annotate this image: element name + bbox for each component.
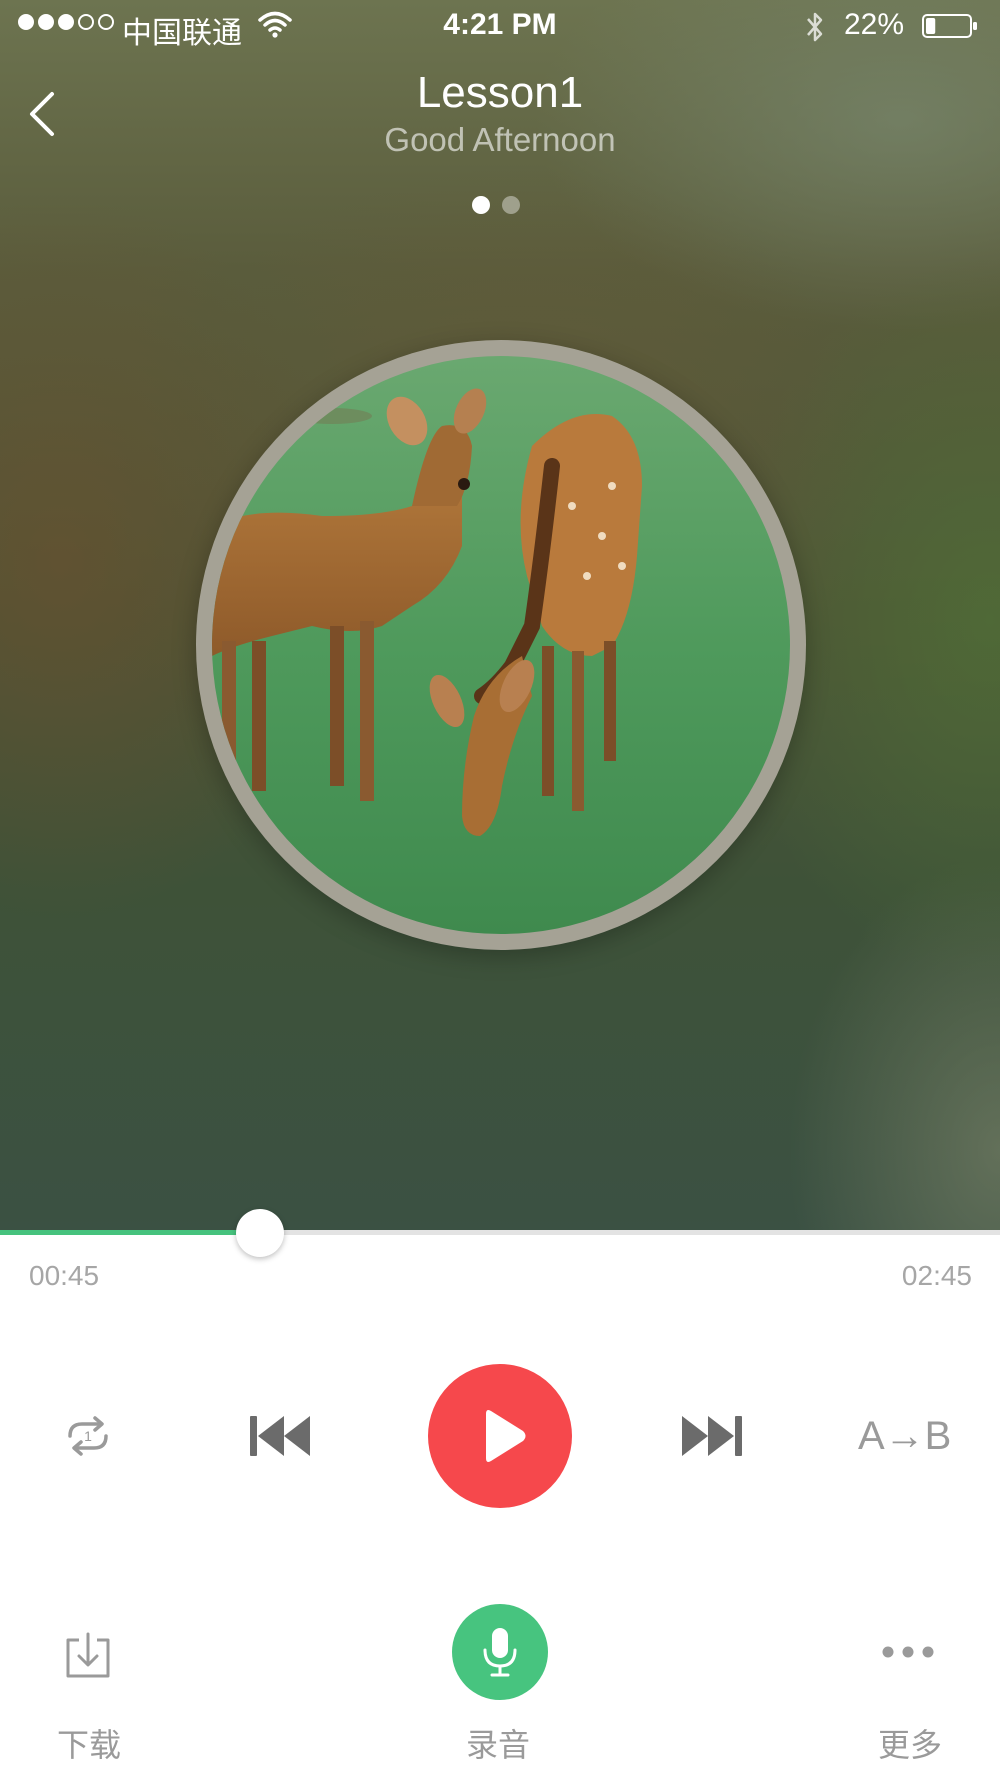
bluetooth-icon xyxy=(807,12,823,42)
page-indicator xyxy=(472,196,520,214)
progress-fill xyxy=(0,1230,260,1235)
status-bar: 中国联通 4:21 PM 22% xyxy=(0,0,1000,52)
record-button[interactable] xyxy=(452,1604,548,1700)
current-time: 00:45 xyxy=(29,1260,100,1291)
play-button[interactable] xyxy=(428,1364,572,1508)
track-title-block: Lesson1 Good Afternoon xyxy=(0,66,1000,160)
page-dot-1[interactable] xyxy=(472,196,490,214)
page-dot-2[interactable] xyxy=(502,196,520,214)
repeat-button[interactable]: 1 xyxy=(62,1410,114,1462)
play-icon xyxy=(486,1410,526,1462)
lesson-title: Lesson1 xyxy=(416,68,584,117)
download-icon xyxy=(66,1632,110,1678)
progress-thumb[interactable] xyxy=(236,1209,284,1257)
previous-button[interactable] xyxy=(248,1414,314,1458)
more-label: 更多 xyxy=(878,1727,943,1763)
skip-previous-icon xyxy=(250,1416,310,1456)
ab-repeat-button[interactable]: A→B xyxy=(858,1414,951,1459)
svg-text:1: 1 xyxy=(84,1428,92,1444)
deer-photo xyxy=(212,356,790,934)
album-art xyxy=(212,356,790,934)
more-button[interactable] xyxy=(880,1640,936,1664)
more-horizontal-icon xyxy=(882,1646,934,1658)
repeat-one-icon: 1 xyxy=(68,1416,108,1456)
microphone-icon xyxy=(483,1628,517,1677)
record-label: 录音 xyxy=(466,1727,531,1763)
download-label: 下载 xyxy=(57,1727,122,1763)
lesson-subtitle: Good Afternoon xyxy=(384,121,616,158)
hero-background: 中国联通 4:21 PM 22% Lesson1 Good Afternoon xyxy=(0,0,1000,1233)
download-button[interactable] xyxy=(62,1630,114,1682)
next-button[interactable] xyxy=(678,1414,744,1458)
battery-percent: 22% xyxy=(844,8,905,41)
total-time: 02:45 xyxy=(901,1260,972,1291)
progress-track[interactable] xyxy=(0,1230,1000,1235)
skip-next-icon xyxy=(682,1416,742,1456)
battery-icon xyxy=(922,14,977,38)
